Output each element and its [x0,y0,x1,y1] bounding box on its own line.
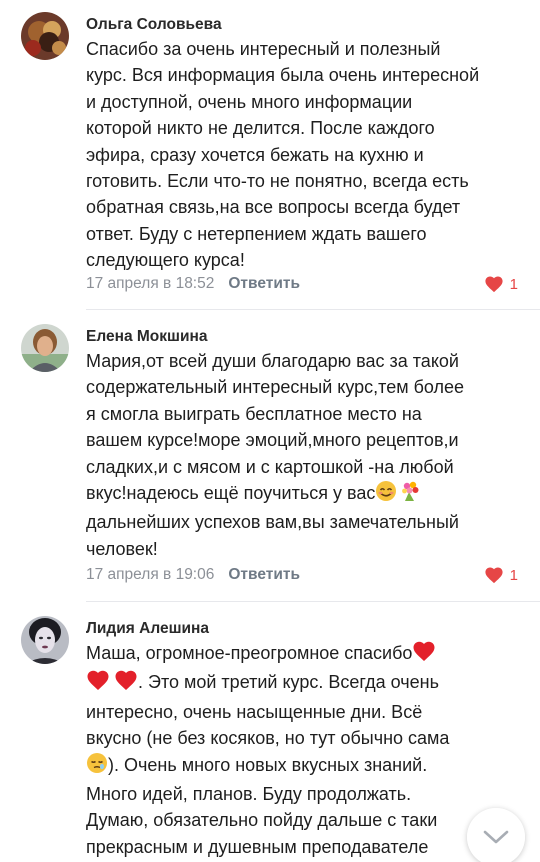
comment-line: человек! [86,538,158,559]
avatar-photo-icon [21,12,69,60]
comments-feed: Ольга Соловьева Спасибо за очень интерес… [0,0,540,862]
comment-line: сладких,и с мясом и с картошкой -на любо… [86,456,454,477]
comment-text: Маша, огромное-преогромное спасибо . Это … [86,640,526,860]
comment: Ольга Соловьева Спасибо за очень интерес… [0,0,540,300]
reply-button[interactable]: Ответить [228,566,300,583]
comment-line: готовить. Если что-то не понятно, всегда… [86,171,469,192]
reply-button[interactable]: Ответить [228,275,300,292]
comment-timestamp: 17 апреля в 19:06 [86,566,215,583]
scroll-down-button[interactable] [467,808,525,862]
avatar-photo-icon [21,616,69,664]
comment-line: я смогла выиграть бесплатное место на [86,403,422,424]
comment-line: следующего курса! [86,250,245,271]
red-heart-emoji-icon [86,669,110,698]
comment-line: и доступной, очень много информации [86,91,413,112]
comment-line-with-emoji: вкус!надеюсь ещё поучиться у вас [86,480,526,509]
comment-line: вкусно (не без косяков, но тут обычно са… [86,728,450,749]
comment-line: ). Очень много новых вкусных знаний. [108,754,428,775]
comment-meta: 17 апреля в 19:06 Ответить [86,566,300,584]
like-button[interactable]: 1 [484,275,518,293]
chevron-down-icon [483,830,509,844]
like-button[interactable]: 1 [484,566,518,584]
comment-line: вкус!надеюсь ещё поучиться у вас [86,483,376,504]
comment-line: . Это мой третий курс. Всегда очень [138,672,439,693]
like-count: 1 [509,275,518,293]
red-heart-emoji-icon [114,669,138,698]
comment-line: курс. Вся информация была очень интересн… [86,65,480,86]
comment-author[interactable]: Лидия Алешина [86,620,209,638]
comment-line: Думаю, обязательно пойду дальше с таки [86,810,438,831]
comment-line: ответ. Буду с нетерпением ждать вашего [86,223,427,244]
heart-icon [485,567,503,584]
comment-author[interactable]: Ольга Соловьева [86,16,222,34]
comment-line: дальнейших успехов вам,вы замечательный [86,512,459,533]
comment-line: Спасибо за очень интересный и полезный [86,39,441,59]
comment-line: Много идей, планов. Буду продолжать. [86,784,412,805]
comment-text: Мария,от всей души благодарю вас за тако… [86,348,526,562]
comment-text: Спасибо за очень интересный и полезный ку… [86,36,526,274]
comment-line: обратная связь,на все вопросы всегда буд… [86,197,461,218]
comment-line: которой никто не делится. После каждого [86,118,435,139]
heart-icon [485,276,503,293]
comment-line: Мария,от всей души благодарю вас за тако… [86,351,459,371]
smiling-face-emoji-icon [375,480,397,509]
comment-line: вашем курсе!море эмоций,много рецептов,и [86,430,459,451]
avatar-photo-icon [21,324,69,372]
comment: Лидия Алешина Маша, огромное-преогромное… [0,602,540,862]
like-count: 1 [509,566,518,584]
sleepy-face-emoji-icon [86,752,108,781]
comment-line-with-emoji: . Это мой третий курс. Всегда очень [86,669,526,698]
comment-line-with-emoji: ). Очень много новых вкусных знаний. [86,752,526,781]
comment-line: эфира, сразу хочется бежать на кухню и [86,144,424,165]
avatar[interactable] [21,324,69,372]
comment-line: прекрасным и душевным преподавателе [86,836,429,857]
avatar[interactable] [21,12,69,60]
comment-line-with-emoji: Маша, огромное-преогромное спасибо [86,640,526,669]
red-heart-emoji-icon [412,640,436,669]
comment-meta: 17 апреля в 18:52 Ответить [86,275,300,293]
comment-line: содержательный интересный курс,тем более [86,377,465,398]
comment-timestamp: 17 апреля в 18:52 [86,275,215,292]
comment-line: Маша, огромное-преогромное спасибо [86,643,413,663]
avatar[interactable] [21,616,69,664]
comment-author[interactable]: Елена Мокшина [86,328,207,346]
comment: Елена Мокшина Мария,от всей души благода… [0,310,540,590]
comment-line: интересно, очень насыщенные дни. Всё [86,701,423,722]
bouquet-emoji-icon [400,480,422,509]
